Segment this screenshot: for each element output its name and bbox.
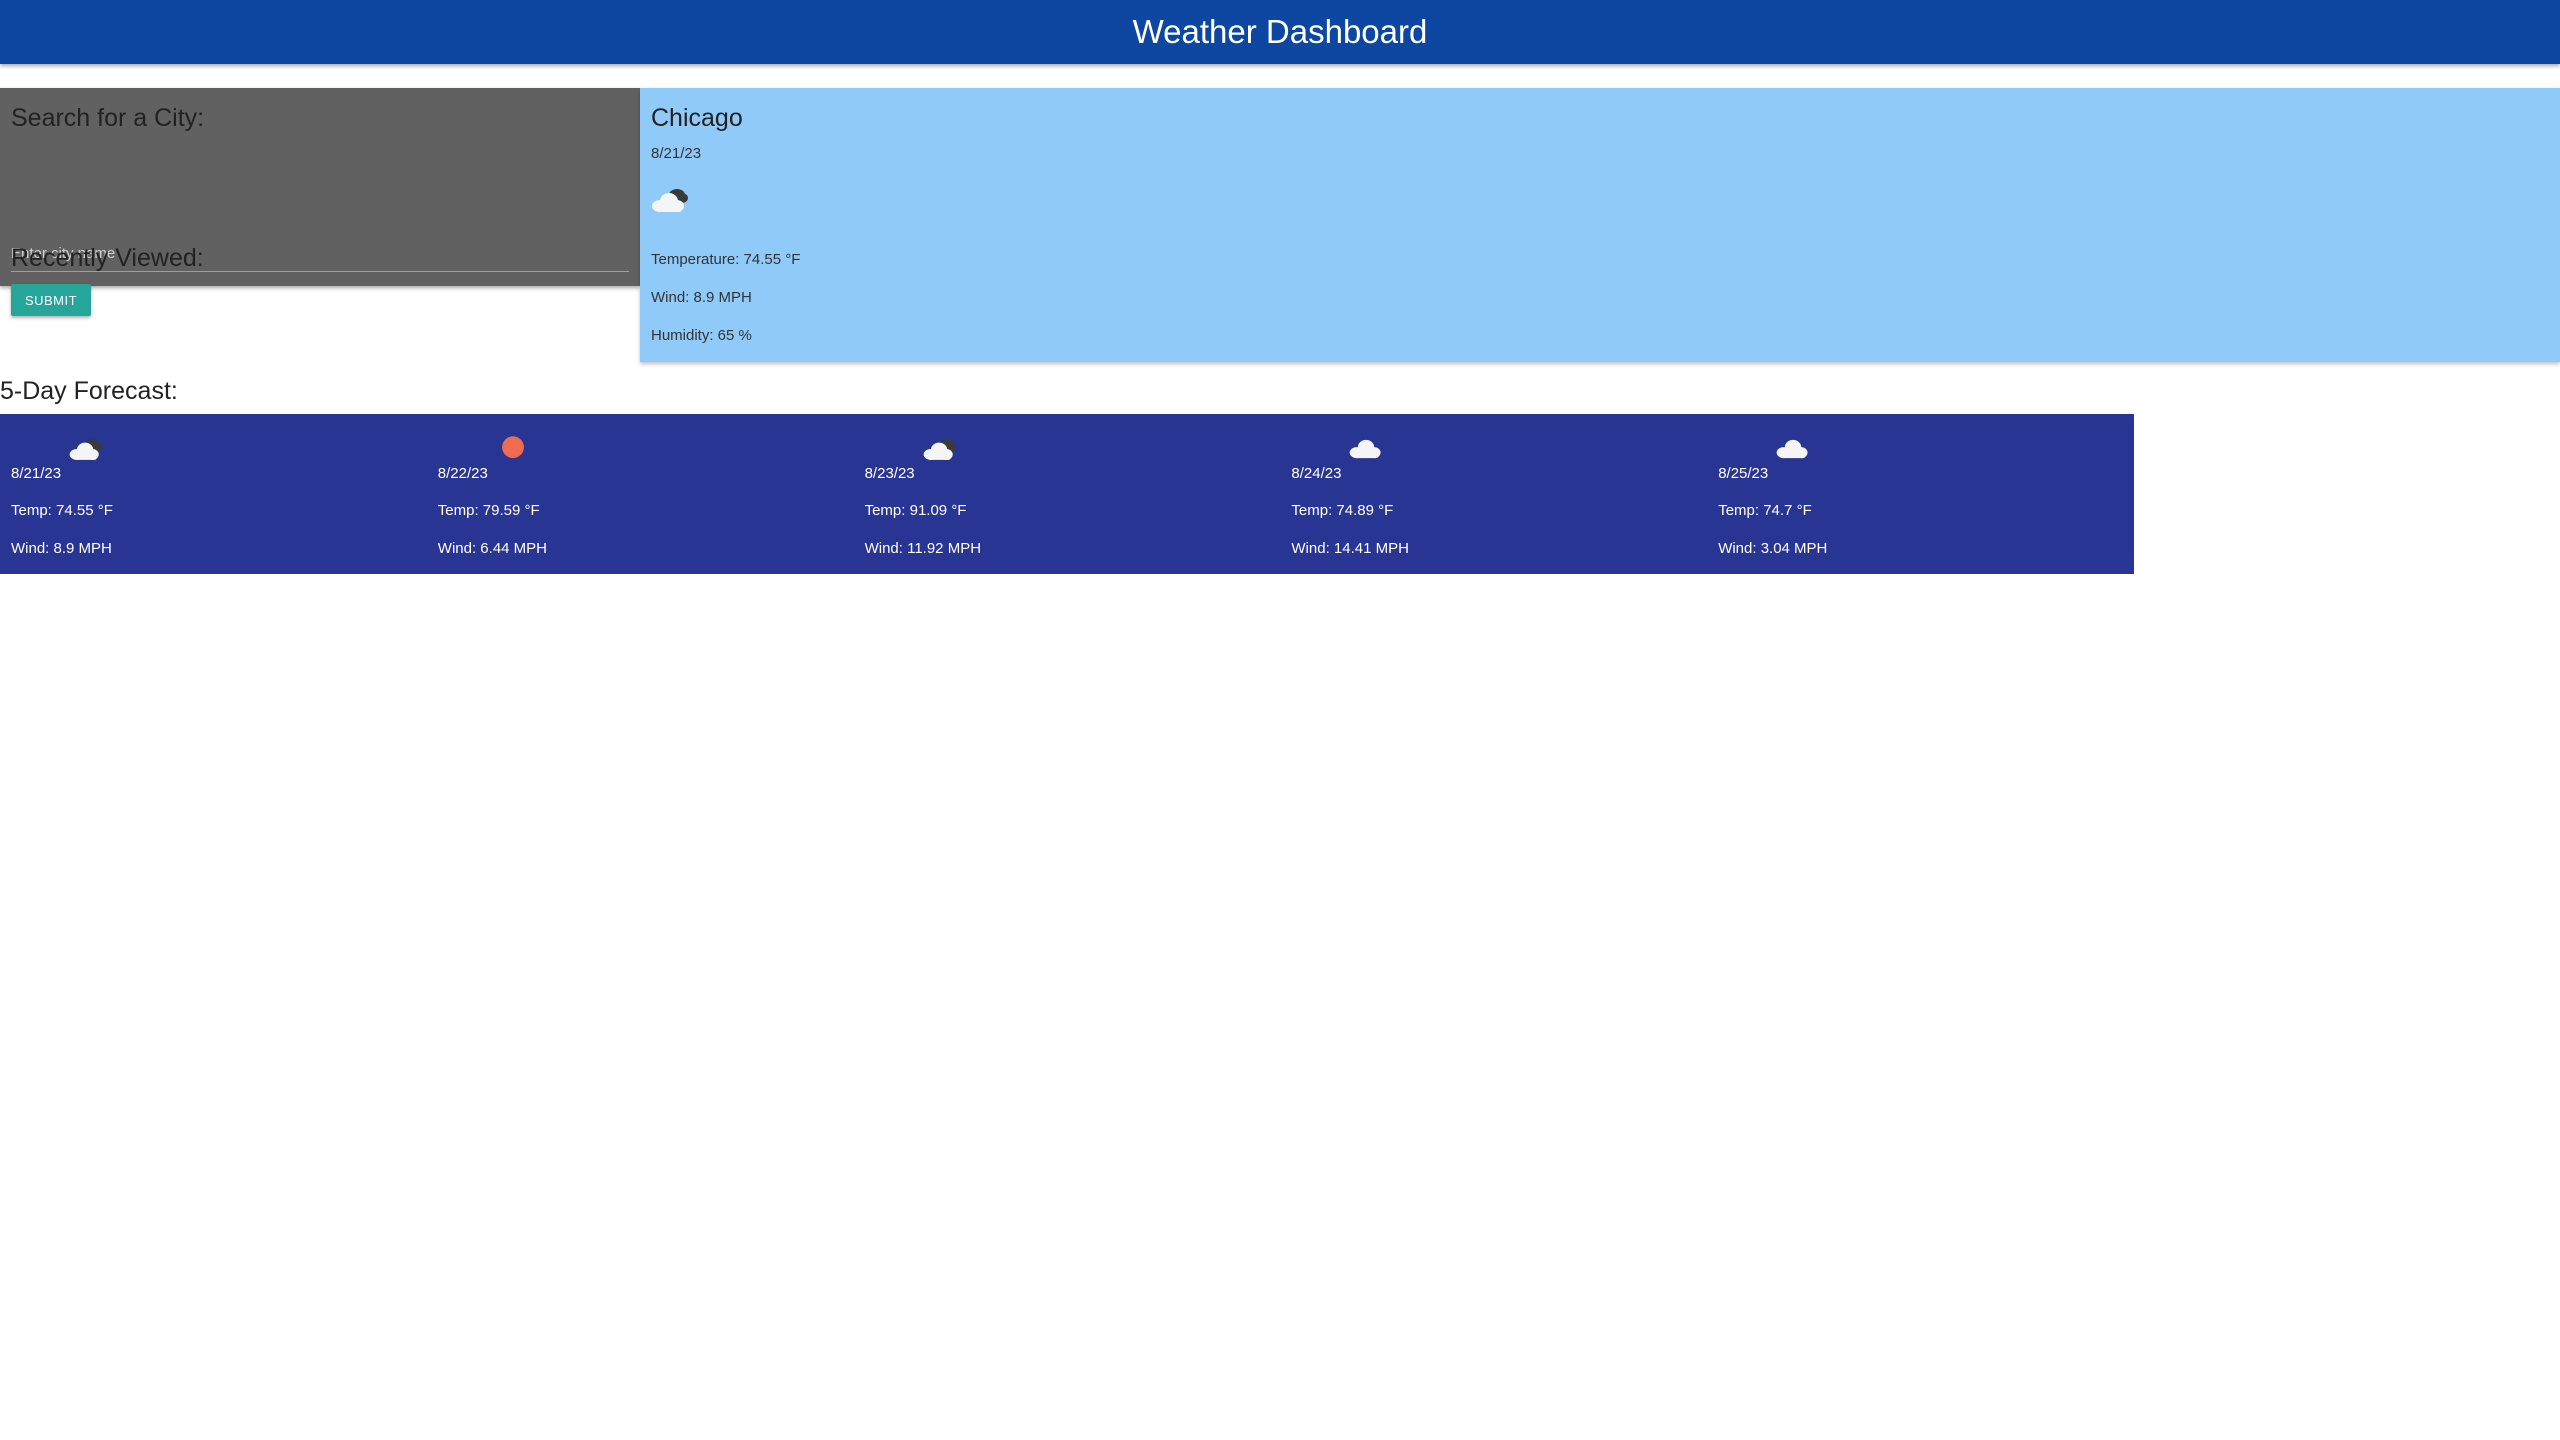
forecast-card: 8/21/23 Temp: 74.55 °F Wind: 8.9 MPH	[0, 414, 427, 574]
current-weather-panel: Chicago 8/21/23 Temperature: 74.55 °F Wi…	[640, 88, 2560, 362]
forecast-date: 8/23/23	[864, 465, 915, 482]
current-date: 8/21/23	[651, 145, 702, 162]
recently-viewed-title: Recently Viewed:	[11, 244, 204, 272]
cloud-icon	[1773, 434, 1813, 469]
app-header: Weather Dashboard	[0, 0, 2560, 64]
current-city-name: Chicago	[651, 104, 743, 132]
forecast-temp: Temp: 74.7 °F	[1718, 502, 1812, 519]
submit-button[interactable]: SUBMIT	[11, 284, 91, 316]
forecast-card: 8/24/23 Temp: 74.89 °F Wind: 14.41 MPH	[1280, 414, 1707, 574]
forecast-heading: 5-Day Forecast:	[0, 377, 178, 405]
forecast-temp: Temp: 91.09 °F	[864, 502, 967, 519]
forecast-card: 8/22/23 Temp: 79.59 °F Wind: 6.44 MPH	[427, 414, 854, 574]
current-wind: Wind: 8.9 MPH	[651, 289, 752, 306]
forecast-date: 8/25/23	[1718, 465, 1769, 482]
search-title: Search for a City:	[11, 104, 205, 132]
cloud-icon	[1346, 434, 1386, 469]
forecast-card: 8/25/23 Temp: 74.7 °F Wind: 3.04 MPH	[1707, 414, 2134, 574]
sun-icon	[493, 434, 533, 469]
forecast-wind: Wind: 3.04 MPH	[1718, 540, 1828, 557]
current-temperature: Temperature: 74.55 °F	[651, 251, 801, 268]
forecast-date: 8/21/23	[11, 465, 62, 482]
current-humidity: Humidity: 65 %	[651, 327, 752, 344]
forecast-wind: Wind: 11.92 MPH	[864, 540, 982, 557]
forecast-temp: Temp: 74.55 °F	[11, 502, 113, 519]
search-panel: Search for a City: SUBMIT Recently Viewe…	[0, 88, 640, 316]
forecast-date: 8/22/23	[437, 465, 488, 482]
forecast-wind: Wind: 6.44 MPH	[437, 540, 548, 557]
app-title: Weather Dashboard	[1132, 13, 1428, 50]
forecast-wind: Wind: 8.9 MPH	[11, 540, 112, 557]
forecast-strip: 8/21/23 Temp: 74.55 °F Wind: 8.9 MPH 8/2…	[0, 414, 2134, 574]
partly-cloudy-icon	[920, 434, 960, 469]
partly-cloudy-icon	[66, 434, 106, 469]
forecast-date: 8/24/23	[1291, 465, 1342, 482]
forecast-temp: Temp: 79.59 °F	[437, 502, 540, 519]
forecast-card: 8/23/23 Temp: 91.09 °F Wind: 11.92 MPH	[854, 414, 1281, 574]
forecast-temp: Temp: 74.89 °F	[1291, 502, 1394, 519]
partly-cloudy-icon	[648, 184, 692, 221]
forecast-wind: Wind: 14.41 MPH	[1291, 540, 1409, 557]
